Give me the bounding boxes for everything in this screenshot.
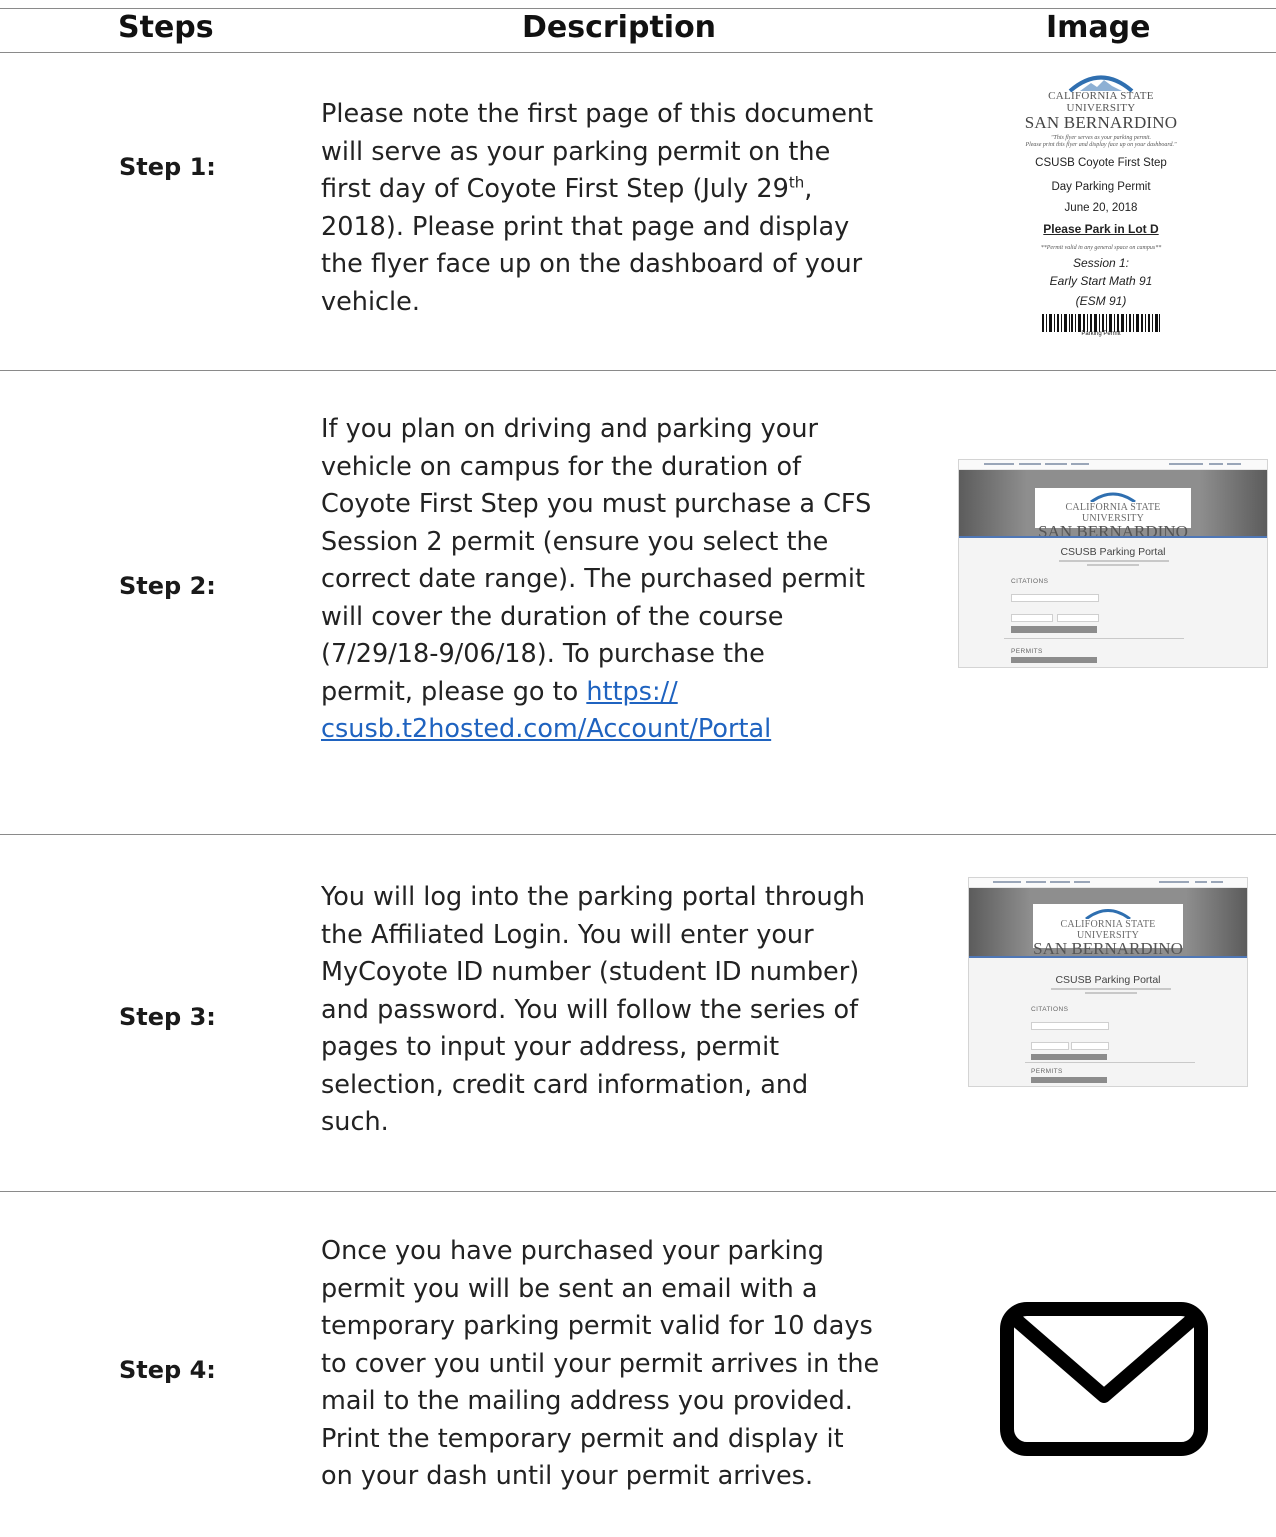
top-rule xyxy=(0,8,1276,9)
portal-accent-line xyxy=(969,956,1247,958)
step-1-line: Please note the first page of this docum… xyxy=(321,99,874,129)
step-4-label: Step 4: xyxy=(119,1356,216,1384)
step-2-line: will cover the duration of the course xyxy=(321,601,784,632)
header-rule xyxy=(0,52,1276,53)
step-2-description: If you plan on driving and parking your … xyxy=(321,411,896,749)
flyer-course: Early Start Math 91 xyxy=(1049,274,1153,288)
flyer-title: Day Parking Permit xyxy=(1051,181,1151,193)
step-1-line: first day of Coyote First Step (July 29t… xyxy=(321,173,813,204)
step-2-line: correct date range). The purchased permi… xyxy=(321,564,866,594)
portal-citations-heading: CITATIONS xyxy=(1031,1006,1069,1013)
portal-university-line1: CALIFORNIA STATE UNIVERSITY xyxy=(1065,502,1161,524)
portal-top-nav xyxy=(969,878,1247,888)
portal-accent-line xyxy=(959,536,1267,538)
plate-field xyxy=(1057,614,1099,622)
step-4-line: mail to the mailing address you provided… xyxy=(321,1386,853,1416)
step-2-line: Coyote First Step you must purchase a CF… xyxy=(321,489,872,519)
search-citations-button xyxy=(1031,1054,1107,1060)
citation-number-field xyxy=(1011,594,1099,602)
step-2-label: Step 2: xyxy=(119,572,216,600)
header-image: Image xyxy=(1046,10,1151,45)
get-permit-button xyxy=(1031,1077,1107,1083)
portal-link[interactable]: https:// xyxy=(586,677,677,707)
step-3-line: MyCoyote ID number (student ID number) xyxy=(321,957,860,987)
step-4-line: on your dash until your permit arrives. xyxy=(321,1461,814,1491)
step-1-label: Step 1: xyxy=(119,153,216,181)
step-2-line: Session 2 permit (ensure you select the xyxy=(321,526,829,557)
state-select xyxy=(1031,1042,1069,1050)
portal-university-line2: SAN BERNARDINO xyxy=(1038,522,1188,541)
portal-citations-heading: CITATIONS xyxy=(1011,578,1049,585)
step-4-line: Print the temporary permit and display i… xyxy=(321,1423,844,1454)
portal-permits-heading: PERMITS xyxy=(1011,648,1043,655)
step-1-line: vehicle. xyxy=(321,286,420,317)
flyer-valid-note: **Permit valid in any general space on c… xyxy=(1040,245,1162,251)
arc-logo-icon xyxy=(1068,75,1134,92)
step-1-description: Please note the first page of this docum… xyxy=(321,96,896,321)
step-4-line: permit you will be sent an email with a xyxy=(321,1273,818,1304)
step-2-line: vehicle on campus for the duration of xyxy=(321,451,802,482)
step-4-line: Once you have purchased your parking xyxy=(321,1236,824,1266)
flyer-university-line1: CALIFORNIA STATE UNIVERSITY xyxy=(1048,90,1154,114)
portal-divider xyxy=(1025,1062,1195,1063)
step-1-line: will serve as your parking permit on the xyxy=(321,136,831,167)
citation-number-field xyxy=(1031,1022,1109,1030)
portal-permits-heading: PERMITS xyxy=(1031,1068,1063,1075)
step-3-line: pages to input your address, permit xyxy=(321,1032,780,1062)
step-3-line: such. xyxy=(321,1107,389,1137)
portal-subtitle-text xyxy=(1059,560,1169,562)
portal-top-nav xyxy=(959,460,1267,470)
flyer-note: Please print this flyer and display face… xyxy=(1025,142,1177,148)
row-rule xyxy=(0,1191,1276,1192)
portal-subtitle-text xyxy=(1087,564,1139,566)
step-1-line: 2018). Please print that page and displa… xyxy=(321,211,850,242)
header-steps: Steps xyxy=(118,10,214,45)
portal-title: CSUSB Parking Portal xyxy=(1055,974,1161,986)
flyer-date: June 20, 2018 xyxy=(1064,202,1138,214)
step-2-line: csusb.t2hosted.com/Account/Portal xyxy=(321,711,896,749)
flyer-session: Session 1: xyxy=(1072,256,1130,270)
flyer-university-line2: SAN BERNARDINO xyxy=(1024,113,1178,132)
get-permit-button xyxy=(1011,657,1097,663)
parking-permit-flyer-image: CALIFORNIA STATE UNIVERSITY SAN BERNARDI… xyxy=(1020,70,1182,370)
row-rule xyxy=(0,834,1276,835)
step-3-line: You will log into the parking portal thr… xyxy=(321,882,866,912)
step-3-label: Step 3: xyxy=(119,1003,216,1031)
step-4-line: temporary parking permit valid for 10 da… xyxy=(321,1311,873,1341)
portal-title: CSUSB Parking Portal xyxy=(1060,546,1166,558)
flyer-title: CSUSB Coyote First Step xyxy=(1035,157,1167,169)
flyer-code: (ESM 91) xyxy=(1075,294,1127,308)
search-citations-button xyxy=(1011,626,1097,633)
state-select xyxy=(1011,614,1053,622)
plate-field xyxy=(1071,1042,1109,1050)
parking-portal-screenshot: CALIFORNIA STATE UNIVERSITY SAN BERNARDI… xyxy=(968,877,1248,1087)
step-3-line: and password. You will follow the series… xyxy=(321,994,859,1025)
flyer-lot: Please Park in Lot D xyxy=(1043,222,1159,236)
row-rule xyxy=(0,370,1276,371)
arc-logo-icon xyxy=(1090,492,1136,502)
flyer-note: "This flyer serves as your parking permi… xyxy=(1050,135,1151,141)
portal-logo: CALIFORNIA STATE UNIVERSITY SAN BERNARDI… xyxy=(1035,488,1191,541)
portal-divider xyxy=(1004,638,1184,639)
step-3-line: the Affiliated Login. You will enter you… xyxy=(321,919,814,950)
portal-university-line1: CALIFORNIA STATE UNIVERSITY xyxy=(1060,919,1156,941)
step-2-line: permit, please go to https:// xyxy=(321,676,678,707)
envelope-icon xyxy=(1000,1302,1208,1456)
step-4-line: to cover you until your permit arrives i… xyxy=(321,1348,880,1379)
step-1-line: the flyer face up on the dashboard of yo… xyxy=(321,249,863,279)
step-2-line: If you plan on driving and parking your xyxy=(321,414,819,444)
portal-logo: CALIFORNIA STATE UNIVERSITY SAN BERNARDI… xyxy=(1033,904,1183,958)
step-3-description: You will log into the parking portal thr… xyxy=(321,879,896,1142)
arc-logo-icon xyxy=(1085,909,1131,919)
header-description: Description xyxy=(522,10,717,45)
step-3-line: selection, credit card information, and xyxy=(321,1069,809,1100)
portal-subtitle-text xyxy=(1085,992,1137,994)
portal-link[interactable]: csusb.t2hosted.com/Account/Portal xyxy=(321,714,771,744)
portal-subtitle-text xyxy=(1051,988,1171,990)
parking-portal-screenshot: CALIFORNIA STATE UNIVERSITY SAN BERNARDI… xyxy=(958,459,1268,668)
barcode-icon xyxy=(1042,314,1160,332)
step-2-line: (7/29/18-9/06/18). To purchase the xyxy=(321,639,765,669)
step-4-description: Once you have purchased your parking per… xyxy=(321,1233,896,1496)
